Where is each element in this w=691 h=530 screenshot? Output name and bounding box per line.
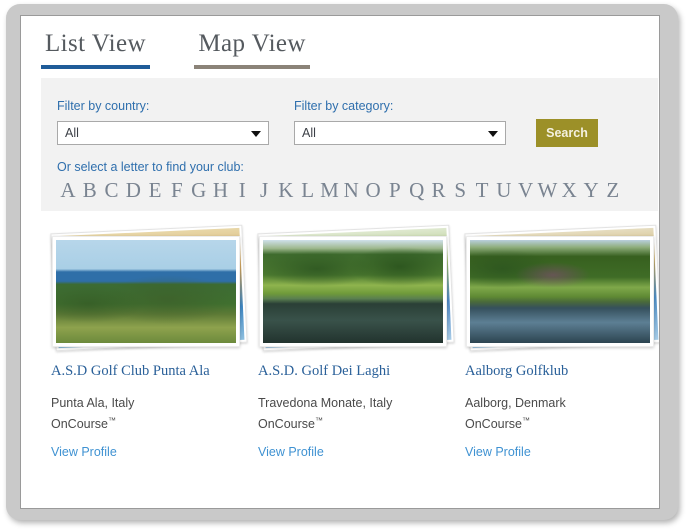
alphabet-letter-c[interactable]: C [101,178,123,203]
category-select[interactable]: All [294,121,506,145]
alphabet-letter-o[interactable]: O [362,178,384,203]
view-profile-link[interactable]: View Profile [258,445,324,459]
club-provider: OnCourse [51,417,108,432]
alphabet-letter-x[interactable]: X [558,178,580,203]
alphabet-letter-q[interactable]: Q [406,178,428,203]
alphabet-letter-v[interactable]: V [515,178,537,203]
alphabet-letter-l[interactable]: L [297,178,319,203]
club-title-link[interactable]: A.S.D. Golf Dei Laghi [258,363,458,380]
club-meta: Aalborg, Denmark OnCourse™ [465,395,659,433]
alphabet-letter-g[interactable]: G [188,178,210,203]
tab-map-view[interactable]: Map View [194,30,310,69]
club-photo-stack [49,223,248,353]
club-provider: OnCourse [465,417,522,432]
alphabet-letter-i[interactable]: I [231,178,253,203]
country-select[interactable]: All [57,121,269,145]
alphabet-letter-h[interactable]: H [210,178,232,203]
alphabet-letter-u[interactable]: U [493,178,515,203]
photo-image [470,240,650,343]
trademark-icon: ™ [314,416,323,425]
letter-filter-prompt: Or select a letter to find your club: [57,160,244,174]
alphabet-letter-d[interactable]: D [122,178,144,203]
view-profile-link[interactable]: View Profile [51,445,117,459]
trademark-icon: ™ [107,416,116,425]
alphabet-letter-y[interactable]: Y [580,178,602,203]
alphabet-letter-e[interactable]: E [144,178,166,203]
filter-by-category-label: Filter by category: [294,99,394,113]
alphabet-letter-n[interactable]: N [340,178,362,203]
club-photo-stack [463,223,659,353]
club-title-link[interactable]: A.S.D Golf Club Punta Ala [51,363,251,380]
alphabet-letter-j[interactable]: J [253,178,275,203]
tab-list-view[interactable]: List View [41,30,150,69]
page-viewport: List View Map View Filter by country: Al… [20,15,660,509]
trademark-icon: ™ [521,416,530,425]
club-location: Aalborg, Denmark [465,396,566,410]
alphabet-letter-p[interactable]: P [384,178,406,203]
alphabet-letter-k[interactable]: K [275,178,297,203]
club-card: A.S.D. Golf Dei Laghi Travedona Monate, … [256,223,456,459]
view-tabs: List View Map View [41,30,350,72]
alphabet-letter-t[interactable]: T [471,178,493,203]
alphabet-letter-f[interactable]: F [166,178,188,203]
filter-panel: Filter by country: All Filter by categor… [41,78,658,211]
filter-by-country-label: Filter by country: [57,99,150,113]
club-location: Travedona Monate, Italy [258,396,393,410]
alphabet-letter-w[interactable]: W [537,178,559,203]
alphabet-letter-m[interactable]: M [319,178,341,203]
club-photo-stack [256,223,455,353]
browser-frame: List View Map View Filter by country: Al… [6,4,678,520]
alphabet-letter-b[interactable]: B [79,178,101,203]
golf-course-sea-view-photo[interactable] [52,236,240,347]
club-meta: Travedona Monate, Italy OnCourse™ [258,395,458,433]
photo-image [56,240,236,343]
club-card: A.S.D Golf Club Punta Ala Punta Ala, Ita… [49,223,249,459]
alphabet-filter: ABCDEFGHIJKLMNOPQRSTUVWXYZ [57,178,642,203]
search-button[interactable]: Search [536,119,598,147]
view-profile-link[interactable]: View Profile [465,445,531,459]
alphabet-letter-a[interactable]: A [57,178,79,203]
alphabet-letter-r[interactable]: R [428,178,450,203]
alphabet-letter-z[interactable]: Z [602,178,624,203]
club-title-link[interactable]: Aalborg Golfklub [465,363,659,380]
club-card: Aalborg Golfklub Aalborg, Denmark OnCour… [463,223,659,459]
chevron-down-icon [488,131,498,137]
golf-course-lake-reflection-photo[interactable] [259,236,447,347]
club-meta: Punta Ala, Italy OnCourse™ [51,395,251,433]
club-provider: OnCourse [258,417,315,432]
chevron-down-icon [251,131,261,137]
category-select-value: All [302,126,316,140]
club-directory-page: List View Map View Filter by country: Al… [21,16,659,508]
photo-image [263,240,443,343]
alphabet-letter-s[interactable]: S [449,178,471,203]
country-select-value: All [65,126,79,140]
club-location: Punta Ala, Italy [51,396,135,410]
golf-course-pond-heather-photo[interactable] [466,236,654,347]
